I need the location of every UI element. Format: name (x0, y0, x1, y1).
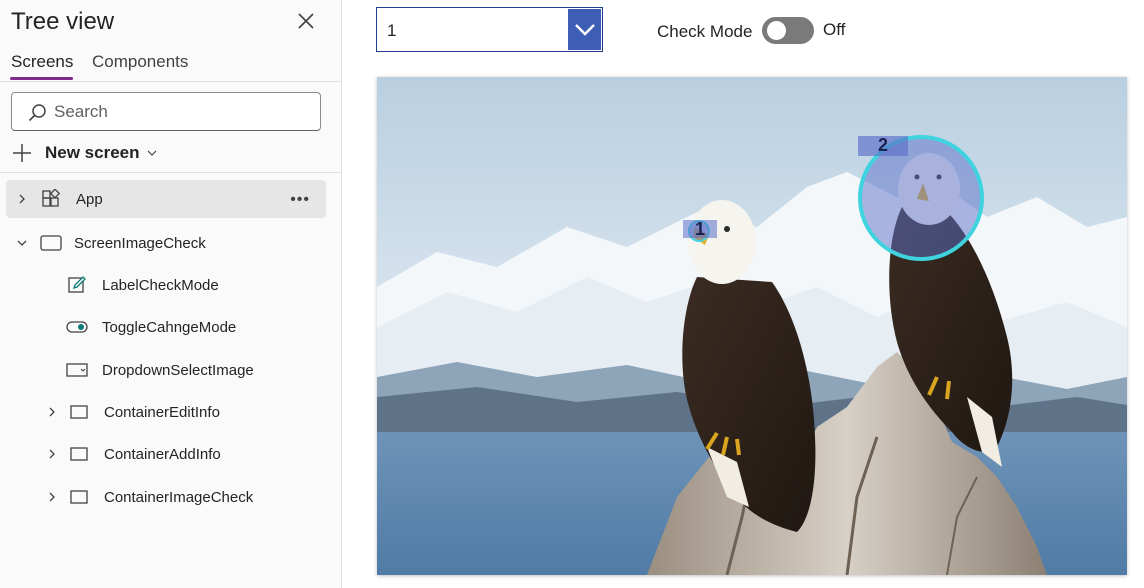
tree-item-label: ContainerAddInfo (104, 445, 221, 463)
container-icon (68, 401, 90, 423)
chevron-down-icon[interactable] (568, 9, 601, 50)
tree-item-app[interactable]: App ••• (6, 180, 326, 218)
image-select-dropdown[interactable]: 1 (376, 7, 603, 52)
eagle-photo (377, 77, 1127, 575)
tree-item-labelcheckmode[interactable]: LabelCheckMode (66, 266, 326, 304)
tree-item-screenimagecheck[interactable]: ScreenImageCheck (6, 224, 326, 262)
container-icon (68, 486, 90, 508)
divider (0, 172, 341, 173)
tab-screens[interactable]: Screens (11, 52, 73, 72)
active-tab-indicator (10, 77, 73, 80)
toggle-state-text: Off (823, 20, 846, 39)
tree-item-containerimagecheck[interactable]: ContainerImageCheck (44, 478, 326, 516)
marker-label: 1 (694, 219, 705, 239)
chevron-right-icon[interactable] (44, 489, 60, 505)
chevron-down-icon (147, 150, 156, 156)
close-icon[interactable] (294, 9, 318, 33)
search-box[interactable] (11, 92, 321, 131)
screen-icon (40, 232, 62, 254)
app-window: Tree view Screens Components New screen (0, 0, 1144, 588)
marker-label: 2 (877, 135, 888, 155)
detection-marker-2[interactable]: 2 (855, 134, 989, 264)
new-screen-button[interactable]: New screen (11, 140, 158, 166)
chevron-right-icon[interactable] (14, 191, 30, 207)
dropdown-value: 1 (387, 21, 397, 40)
search-input[interactable] (54, 100, 304, 124)
chevron-right-icon[interactable] (44, 404, 60, 420)
detection-marker-1[interactable]: 1 (683, 219, 721, 242)
tree-item-containereditinfo[interactable]: ContainerEditInfo (44, 393, 326, 431)
chevron-right-icon[interactable] (44, 446, 60, 462)
tree-item-label: ContainerImageCheck (104, 488, 254, 506)
new-screen-label: New screen (45, 143, 140, 162)
tab-bar: Screens Components (0, 50, 342, 82)
search-icon (28, 104, 46, 122)
tab-components[interactable]: Components (92, 52, 188, 72)
app-components-icon (40, 188, 62, 210)
tree-item-containeraddinfo[interactable]: ContainerAddInfo (44, 435, 326, 473)
tree-item-togglecahngemode[interactable]: ToggleCahngeMode (66, 308, 326, 346)
tree-view-panel: Tree view Screens Components New screen (0, 0, 342, 588)
tree-item-label: ContainerEditInfo (104, 403, 220, 421)
tree-item-label: ToggleCahngeMode (102, 318, 237, 336)
panel-title: Tree view (11, 8, 115, 35)
tree-item-label: LabelCheckMode (102, 276, 219, 294)
tree-item-label: DropdownSelectImage (102, 361, 254, 379)
eagle-image: 1 2 (377, 77, 1127, 575)
check-mode-toggle[interactable] (762, 17, 814, 44)
tree-item-dropdownselectimage[interactable]: DropdownSelectImage (66, 351, 326, 389)
tree-item-label: App (76, 190, 103, 208)
label-edit-icon (66, 274, 88, 296)
container-icon (68, 443, 90, 465)
chevron-down-icon[interactable] (14, 235, 30, 251)
toggle-icon (66, 316, 88, 338)
toggle-knob (767, 21, 786, 40)
check-mode-label: Check Mode (657, 22, 753, 41)
dropdown-icon (66, 359, 88, 381)
plus-icon (13, 144, 31, 162)
more-options-icon[interactable]: ••• (290, 191, 310, 209)
tree-item-label: ScreenImageCheck (74, 234, 206, 252)
